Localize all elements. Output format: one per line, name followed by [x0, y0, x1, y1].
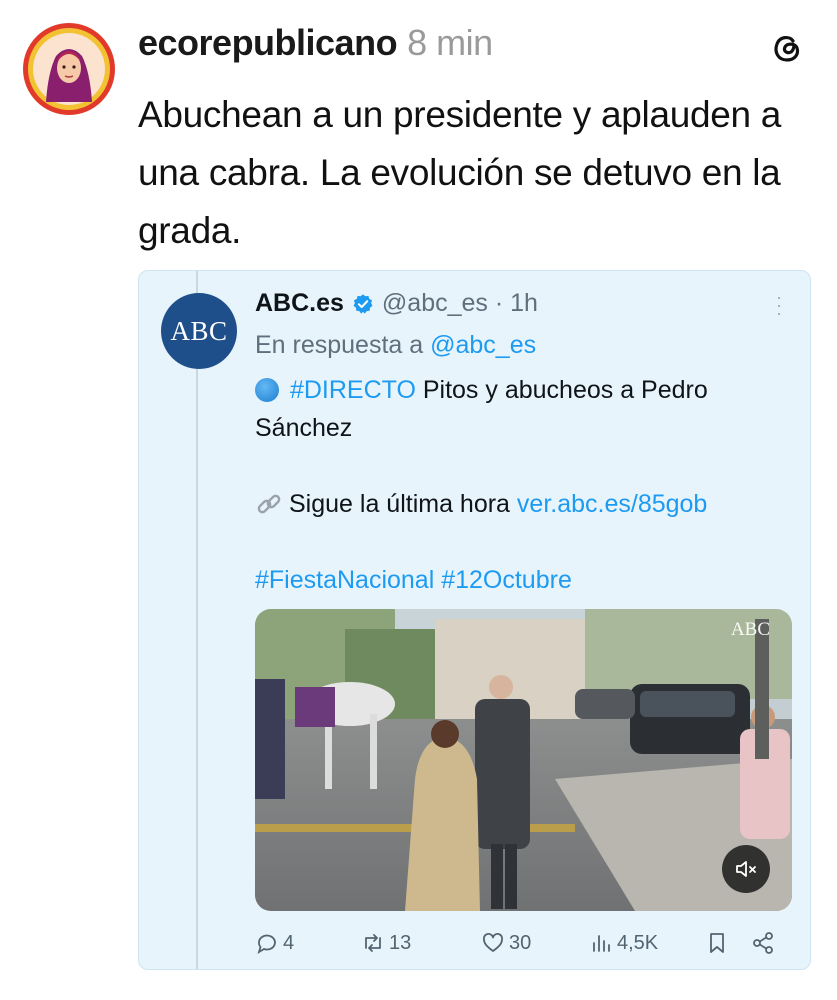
more-options-icon[interactable]: · · · [776, 288, 782, 322]
tweet-header: ABC.es @abc_es · 1h [255, 289, 538, 318]
follow-link[interactable]: ver.abc.es/85gob [517, 490, 707, 518]
retweet-action[interactable]: 13 [361, 931, 411, 955]
speaker-muted-icon [736, 861, 756, 877]
tweet-actions: 4 13 30 4,5K [255, 931, 795, 961]
threads-logo-icon[interactable] [766, 27, 806, 67]
abc-avatar[interactable]: ABC [161, 293, 237, 369]
username[interactable]: ecorepublicano [138, 22, 398, 63]
post-time: 8 min [407, 22, 493, 63]
like-count: 30 [509, 931, 532, 954]
verified-badge-icon [353, 293, 373, 314]
bookmark-action[interactable] [705, 931, 729, 955]
reply-prefix: En respuesta a [255, 331, 424, 359]
tweet-follow-line: Sigue la última hora ver.abc.es/85gob [255, 485, 795, 523]
views-action[interactable]: 4,5K [589, 931, 658, 955]
reply-handle-link[interactable]: @abc_es [430, 331, 536, 359]
profile-avatar-icon[interactable] [22, 22, 116, 116]
bookmark-icon [710, 933, 724, 953]
follow-text: Sigue la última hora [289, 490, 510, 518]
share-action[interactable] [751, 931, 775, 955]
heart-icon [483, 933, 503, 952]
views-count: 4,5K [617, 931, 659, 954]
views-chart-icon [593, 935, 610, 952]
retweet-icon [365, 934, 381, 952]
tweet-author-name[interactable]: ABC.es [255, 289, 344, 318]
tweet-body: #DIRECTO Pitos y abucheos a Pedro Sánche… [255, 371, 795, 599]
reply-count: 4 [283, 931, 295, 954]
share-icon [753, 932, 773, 954]
link-emoji-icon [257, 494, 281, 514]
tweet-line-1: #DIRECTO Pitos y abucheos a Pedro Sánche… [255, 371, 795, 447]
hashtag-directo[interactable]: #DIRECTO [290, 376, 416, 404]
blue-circle-emoji-icon [255, 378, 279, 402]
video-media[interactable]: ABC [255, 609, 792, 911]
reply-to-line: En respuesta a @abc_es [255, 331, 536, 360]
post-header: ecorepublicano 8 min [138, 22, 493, 64]
thread-line [196, 271, 198, 969]
tweet-hashtags[interactable]: #FiestaNacional #12Octubre [255, 561, 795, 599]
tweet-handle-time: @abc_es · 1h [381, 289, 538, 317]
reply-icon [257, 934, 276, 954]
post-text: Abuchean a un presidente y aplauden a un… [138, 94, 782, 251]
retweet-count: 13 [389, 931, 412, 954]
video-frame [255, 609, 792, 911]
reply-action[interactable]: 4 [255, 931, 294, 955]
embedded-tweet[interactable]: ABC · · · ABC.es @abc_es · 1h En respuesta… [138, 270, 811, 970]
mute-button[interactable] [722, 845, 770, 893]
like-action[interactable]: 30 [481, 931, 531, 955]
media-watermark: ABC [730, 619, 770, 640]
